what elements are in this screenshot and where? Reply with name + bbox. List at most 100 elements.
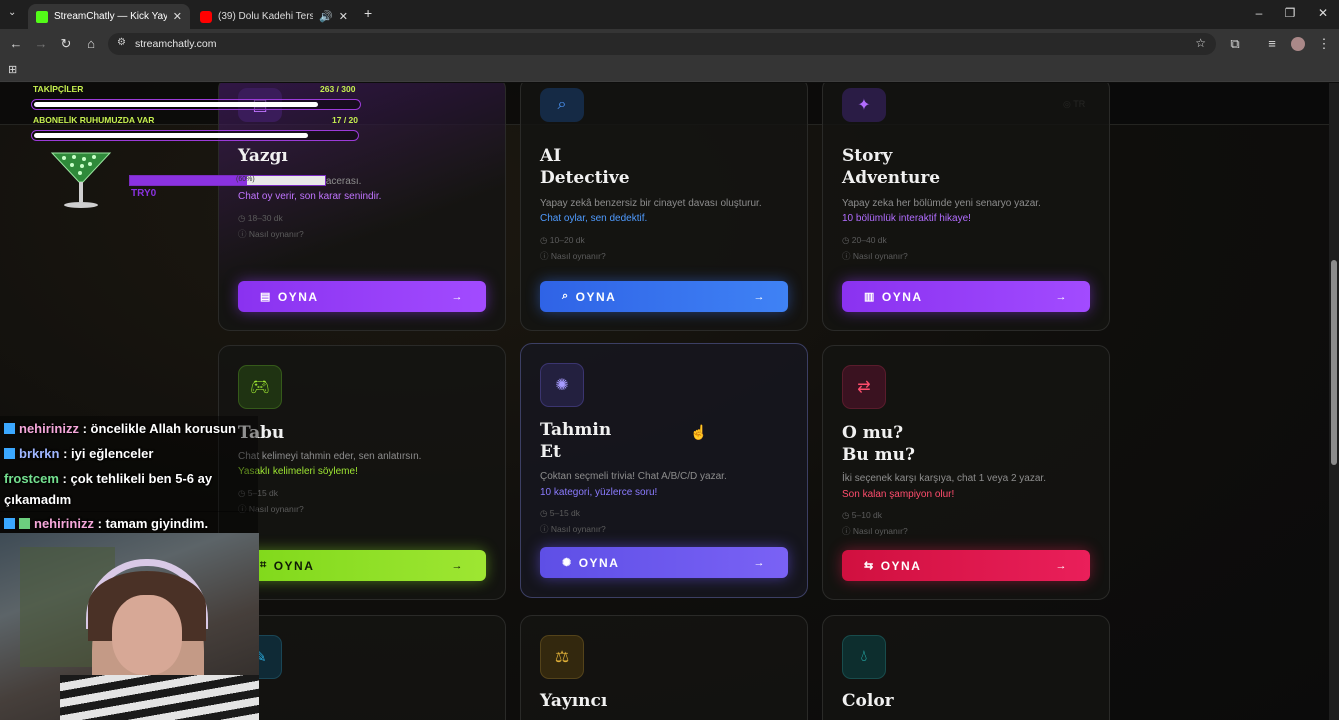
game-card-tahmin-et: ✺ Tahmin Et Çoktan seçmeli trivia! Chat A… (520, 343, 808, 598)
card-duration: ◷ 5–10 dk (842, 510, 883, 520)
play-button-yazgi[interactable]: ▤ OYNA → (238, 281, 486, 312)
chat-message: frostcem : çok tehlikeli ben 5-6 ay çıka… (0, 466, 258, 512)
goal-value: 263 / 300 (320, 84, 356, 94)
omnibox[interactable]: ⚙ streamchatly.com ☆ (108, 33, 1216, 55)
card-title: Yayıncı (540, 691, 608, 711)
play-button-tahmin-et[interactable]: ✺ OYNA → (540, 547, 788, 578)
cup-percent: (60%) (236, 176, 255, 183)
kick-badge-icon (4, 518, 15, 529)
card-title: Color (842, 691, 894, 711)
kick-favicon-icon (36, 10, 48, 23)
chat-text: iyi eğlenceler (71, 446, 154, 461)
chat-text: tamam giyindim. (105, 516, 209, 531)
play-button-story-adventure[interactable]: ▥ OYNA → (842, 281, 1090, 312)
arrow-right-icon: → (1055, 290, 1068, 303)
gamepad-icon: ⌗ (260, 559, 268, 571)
close-window-icon[interactable]: ✕ (1313, 6, 1333, 20)
sub-badge-icon (19, 518, 30, 529)
card-title: AI Detective (540, 146, 630, 188)
play-button-tabu[interactable]: ⌗ OYNA → (238, 550, 486, 581)
tab-youtube[interactable]: (39) Dolu Kadehi Ters Tut - 🔊 ✕ (192, 4, 356, 29)
how-to-play-link[interactable]: ⓘ Nasıl oynanır? (842, 250, 908, 262)
new-tab-button[interactable]: + (364, 5, 372, 21)
chat-message: brkrkn : iyi eğlenceler (0, 441, 258, 466)
game-card-8: ⚖ Yayıncı (520, 615, 808, 720)
swap-icon: ⇆ (864, 560, 875, 572)
cup-name: TRY0 (131, 188, 157, 199)
tab-title: StreamChatly — Kick Yayıncıları (54, 11, 167, 22)
profile-avatar[interactable] (1291, 37, 1305, 51)
minimize-icon[interactable]: – (1249, 6, 1269, 20)
card-duration: ◷ 18–30 dk (238, 213, 283, 223)
browser-tab-bar: ⌄ StreamChatly — Kick Yayıncıları ✕ (39)… (0, 0, 1339, 29)
kick-badge-icon (4, 423, 15, 434)
how-to-play-link[interactable]: ⓘ Nasıl oynanır? (238, 228, 304, 240)
home-icon[interactable]: ⌂ (82, 36, 100, 51)
media-control-icon[interactable]: ≡ (1263, 36, 1281, 51)
reload-icon[interactable]: ↻ (57, 36, 75, 52)
card-title: Tahmin Et (540, 420, 612, 462)
mouse-cursor-icon: ☝ (690, 424, 708, 440)
how-to-play-link[interactable]: ⓘ Nasıl oynanır? (540, 523, 606, 535)
speaker-icon[interactable]: 🔊 (319, 10, 333, 23)
magnifier-icon: ⌕ (562, 290, 570, 302)
tab-list-icon[interactable]: ⌄ (8, 7, 16, 18)
chat-username: nehirinizz (34, 516, 94, 531)
play-button-o-mu-bu-mu[interactable]: ⇆ OYNA → (842, 550, 1090, 581)
scrollbar-thumb[interactable] (1331, 260, 1337, 465)
chat-username: nehirinizz (19, 421, 79, 436)
brain-icon: ✺ (562, 557, 573, 569)
card-highlight: 10 kategori, yüzlerce soru! (540, 487, 658, 498)
cup-progress-bar: (60%) (129, 175, 326, 186)
card-title: z (238, 690, 458, 712)
magnifier-icon: ⌕ (540, 88, 584, 122)
play-label: OYNA (273, 558, 315, 573)
card-title: Tabu (238, 423, 285, 443)
menu-kebab-icon[interactable]: ⋮ (1315, 36, 1333, 52)
card-duration: ◷ 10–20 dk (540, 235, 585, 245)
card-title: Yazgı (238, 146, 288, 166)
webcam-face (112, 595, 182, 675)
play-button-ai-detective[interactable]: ⌕ OYNA → (540, 281, 788, 312)
forward-icon[interactable]: → (32, 36, 50, 51)
card-highlight: Son kalan şampiyon olur! (842, 489, 955, 500)
youtube-favicon-icon (200, 10, 212, 23)
play-label: OYNA (575, 289, 617, 304)
how-to-play-link[interactable]: ⓘ Nasıl oynanır? (540, 250, 606, 262)
droplets-icon: 💧︎ (842, 635, 886, 679)
apps-grid-icon[interactable]: ⊞ (8, 63, 17, 76)
webcam-striped-shirt (60, 675, 259, 720)
arrow-right-icon: → (753, 290, 766, 303)
card-highlight: Chat oylar, sen dedektif. (540, 213, 648, 224)
game-card-ai-detective: ⌕ AI Detective Yapay zekâ benzersiz bir c… (520, 83, 808, 331)
card-highlight: Chat oy verir, son karar senindir. (238, 191, 382, 202)
game-card-o-mu-bu-mu: ⇄ O mu? Bu mu? İki seçenek karşı karşıya,… (822, 345, 1110, 600)
goal-label: TAKİPÇİLER (33, 84, 84, 94)
restore-icon[interactable]: ❐ (1280, 6, 1300, 20)
card-description: İki seçenek karşı karşıya, chat 1 veya 2… (842, 473, 1046, 484)
webcam-feed (0, 533, 259, 720)
chat-username: brkrkn (19, 446, 60, 461)
how-to-play-link[interactable]: ⓘ Nasıl oynanır? (842, 525, 908, 537)
chat-username: frostcem (4, 471, 59, 486)
chat-message: nehirinizz : öncelikle Allah korusun (0, 416, 258, 441)
card-description: Yapay zeka her bölümde yeni senaryo yaza… (842, 198, 1041, 209)
cocktail-glass-icon (50, 152, 112, 208)
card-description: Yapay zekâ benzersiz bir cinayet davası … (540, 198, 762, 209)
site-info-icon[interactable]: ⚙ (117, 37, 126, 48)
scroll-icon: ▤ (260, 291, 272, 303)
extensions-icon[interactable]: ⧉ (1226, 36, 1244, 52)
back-icon[interactable]: ← (7, 36, 25, 51)
play-label: OYNA (578, 555, 620, 570)
sparkle-icon: ✦ (842, 88, 886, 122)
card-duration: ◷ 5–15 dk (540, 508, 581, 518)
close-tab-icon[interactable]: ✕ (339, 10, 348, 23)
cup-progress-fill (130, 176, 247, 185)
bookmark-star-icon[interactable]: ☆ (1195, 36, 1206, 50)
close-tab-icon[interactable]: ✕ (173, 10, 182, 23)
card-highlight: 10 bölümlük interaktif hikaye! (842, 213, 971, 224)
game-card-story-adventure: ✦ Story Adventure Yapay zeka her bölümde … (822, 83, 1110, 331)
kick-badge-icon (4, 448, 15, 459)
book-icon: ▥ (864, 291, 876, 303)
tab-streamchatly[interactable]: StreamChatly — Kick Yayıncıları ✕ (28, 4, 190, 29)
